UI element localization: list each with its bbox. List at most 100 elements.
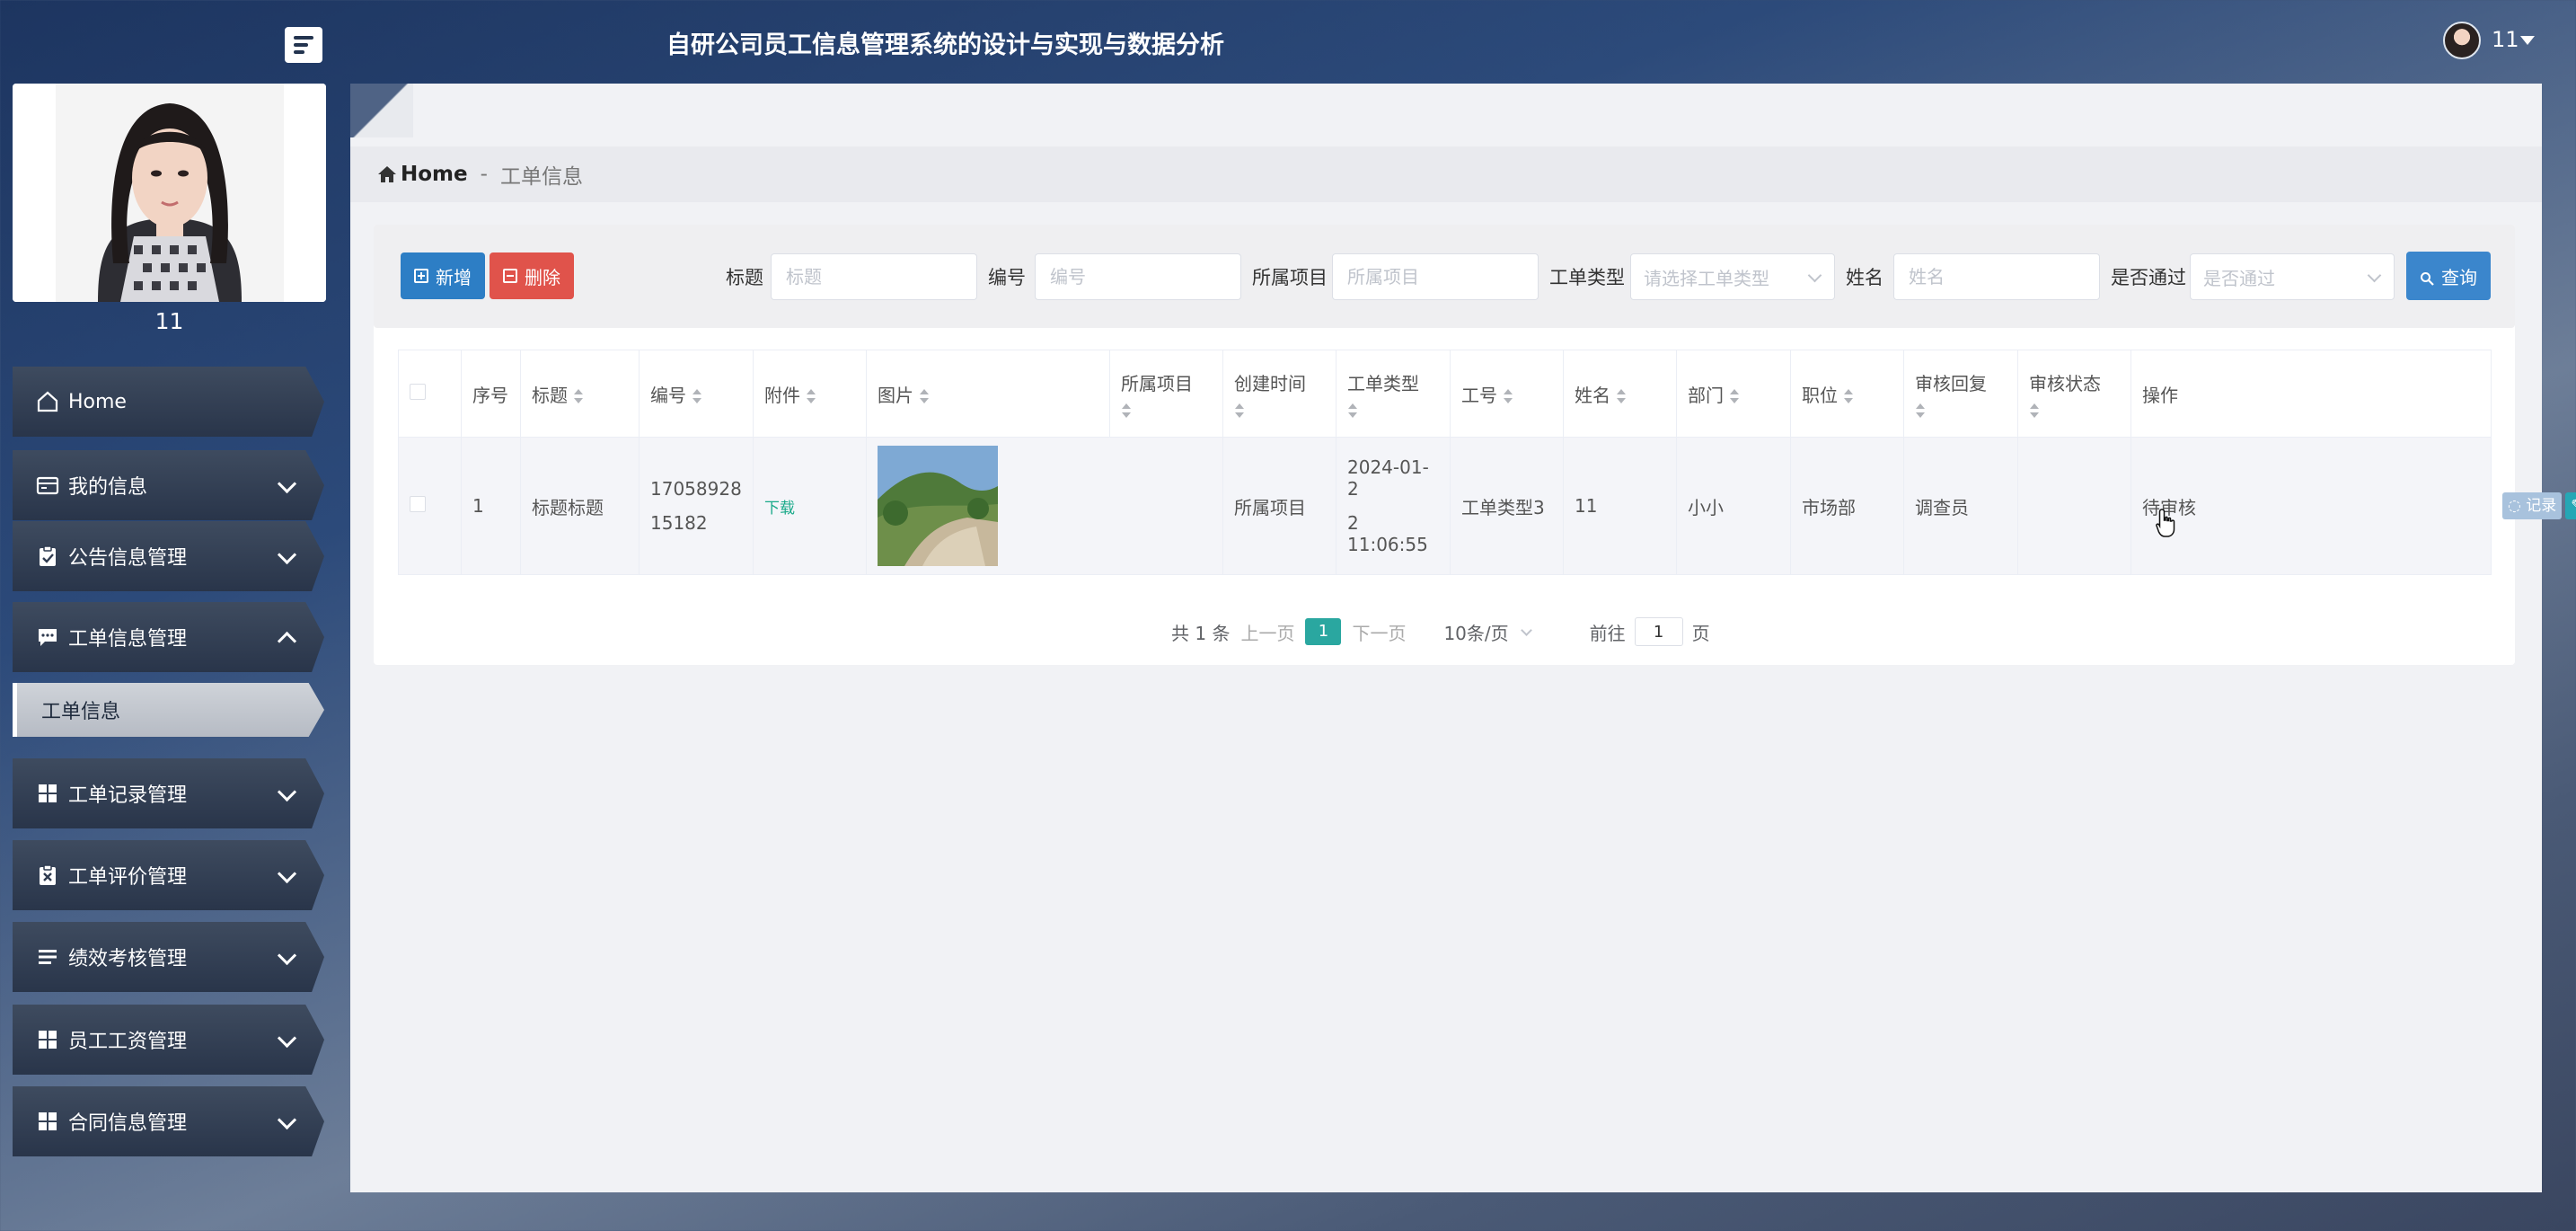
chevron-down-icon [277,863,297,884]
menu-toggle-button[interactable] [285,27,322,63]
sort-icon[interactable] [1503,389,1513,403]
page-number-active[interactable]: 1 [1305,618,1342,645]
delete-button-label: 删除 [525,266,560,288]
header-label: 职位 [1802,384,1838,406]
plus-square-icon [414,269,428,283]
header-label: 序号 [472,384,508,406]
sidebar-item-label: 我的信息 [68,476,148,499]
cell-reply [2017,437,2131,575]
sort-icon[interactable] [1616,389,1626,403]
sort-icon[interactable] [1915,403,1925,419]
header-dept[interactable]: 部门 [1676,350,1791,438]
sort-icon[interactable] [692,389,701,403]
header-code[interactable]: 编号 [639,350,754,438]
sidebar-item-announcements[interactable]: 公告信息管理 [13,521,324,591]
add-button-label: 新增 [436,266,472,288]
cell-emp-no: 11 [1563,437,1677,575]
top-bar: 自研公司员工信息管理系统的设计与实现与数据分析 11 [0,0,2576,85]
chevron-down-icon [277,782,297,802]
row-thumbnail[interactable] [878,446,998,566]
name-search-input[interactable] [1893,253,2100,300]
sort-icon[interactable] [806,389,816,403]
add-button[interactable]: 新增 [401,252,485,299]
sidebar-subitem-work-order-info[interactable]: 工单信息 [13,683,324,737]
delete-button[interactable]: 删除 [490,252,574,299]
sort-icon[interactable] [1729,389,1739,403]
chat-icon [36,625,59,649]
sidebar-item-label: 合同信息管理 [68,1112,188,1135]
record-button-label: 记录 [2526,497,2557,515]
filter-label-title: 标题 [726,267,763,288]
header-title[interactable]: 标题 [520,350,640,438]
filter-label-code: 编号 [988,267,1026,288]
sidebar-item-salary[interactable]: 员工工资管理 [13,1005,324,1075]
header-status[interactable]: 审核状态 [2017,350,2131,438]
menu-icon-line [294,50,304,54]
edit-button[interactable]: ✎更改 [2565,492,2576,519]
sidebar-item-my-info[interactable]: 我的信息 [13,450,324,520]
title-search-input[interactable] [771,253,977,300]
header-name[interactable]: 姓名 [1563,350,1677,438]
header-label: 标题 [532,384,568,406]
sidebar-item-label: 员工工资管理 [68,1031,188,1053]
grid-icon [36,1110,59,1133]
code-search-input[interactable] [1035,253,1241,300]
sidebar-item-work-order-reviews[interactable]: 工单评价管理 [13,840,324,910]
filter-label-project: 所属项目 [1252,267,1328,288]
next-page-button[interactable]: 下一页 [1352,619,1406,645]
sort-icon[interactable] [2029,403,2039,419]
header-reply[interactable]: 审核回复 [1903,350,2018,438]
sort-icon[interactable] [1843,389,1853,403]
sort-icon[interactable] [919,389,929,403]
approved-select[interactable]: 是否通过 [2190,253,2395,300]
breadcrumb-home-link[interactable]: Home [401,163,468,186]
sort-icon[interactable] [1347,403,1357,419]
prev-page-button[interactable]: 上一页 [1240,619,1294,645]
select-all-cell[interactable] [398,350,462,438]
select-all-checkbox[interactable] [410,384,426,400]
user-name[interactable]: 11 [2492,27,2519,52]
sort-icon[interactable] [1121,403,1131,419]
project-search-input[interactable] [1332,253,1539,300]
header-label: 部门 [1688,384,1724,406]
sidebar-item-label: 绩效考核管理 [68,948,188,970]
sidebar-item-performance[interactable]: 绩效考核管理 [13,922,324,992]
cell-created-line: 2 11:06:55 [1347,512,1428,555]
table-row[interactable]: 1 标题标题 17058928 15182 下载 所属项目 2024-01-2 … [398,437,2576,575]
sidebar-item-label: 工单记录管理 [68,784,188,807]
breadcrumb-current: 工单信息 [499,165,583,189]
work-order-type-placeholder: 请选择工单类型 [1644,267,1769,289]
cell-created-line: 2024-01-2 [1347,456,1429,500]
work-order-type-select[interactable]: 请选择工单类型 [1630,253,1835,300]
header-image[interactable]: 图片 [866,350,1110,438]
header-position[interactable]: 职位 [1790,350,1904,438]
sidebar-item-contracts[interactable]: 合同信息管理 [13,1086,324,1156]
goto-suffix: 页 [1691,622,1710,644]
header-emp-no[interactable]: 工号 [1450,350,1564,438]
sort-icon[interactable] [573,389,583,403]
goto-page-input[interactable] [1634,617,1683,646]
filter-label-name: 姓名 [1846,267,1883,288]
cell-position: 调查员 [1903,437,2018,575]
caret-down-icon[interactable] [2520,36,2535,45]
search-button[interactable]: 查询 [2406,252,2491,300]
sidebar-item-work-orders[interactable]: 工单信息管理 [13,602,324,672]
download-link[interactable]: 下载 [764,500,795,518]
sidebar-item-home[interactable]: Home [13,367,324,437]
sidebar-item-work-order-records[interactable]: 工单记录管理 [13,758,324,828]
page-size-select[interactable]: 10条/页 [1443,619,1535,645]
header-project[interactable]: 所属项目 [1109,350,1223,438]
clipboard-x-icon [36,863,59,887]
sort-icon[interactable] [1234,403,1244,419]
header-attachment[interactable]: 附件 [753,350,867,438]
row-select-cell[interactable] [398,437,462,575]
header-created[interactable]: 创建时间 [1222,350,1337,438]
list-icon [36,945,59,969]
row-checkbox[interactable] [410,496,426,512]
header-type[interactable]: 工单类型 [1336,350,1451,438]
record-button[interactable]: ◌ 记录 [2502,492,2563,519]
menu-icon [294,36,313,40]
user-avatar[interactable] [2443,22,2481,59]
pagination: 共 1 条 上一页 1 下一页 10条/页 前往 页 [1171,616,1710,647]
cell-attachment: 下载 [753,437,867,575]
